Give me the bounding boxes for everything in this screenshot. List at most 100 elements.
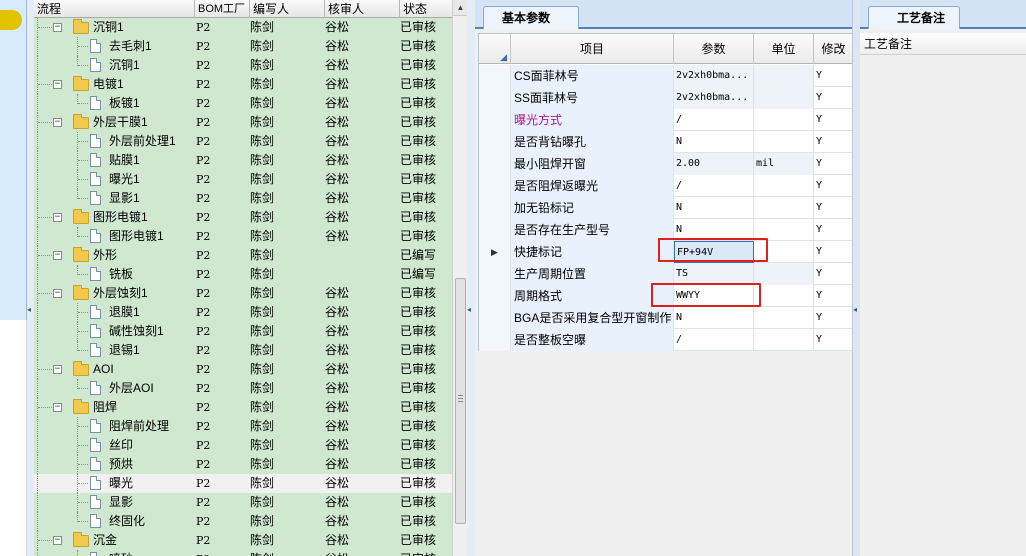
tree-group-row[interactable]: − 沉金 P2 陈剑 谷松 已审核 [34, 531, 452, 550]
param-value-cell[interactable]: / [674, 329, 754, 351]
tree-step-row[interactable]: 贴膜1 P2 陈剑 谷松 已审核 [34, 151, 452, 170]
row-indicator[interactable] [479, 307, 511, 329]
tree-node[interactable]: 铣板 [34, 265, 194, 284]
row-indicator[interactable] [479, 197, 511, 219]
tree-node[interactable]: − AOI [34, 360, 194, 379]
collapse-left-icon[interactable]: ◂ [27, 306, 31, 314]
tree-step-row[interactable]: 沉铜1 P2 陈剑 谷松 已审核 [34, 56, 452, 75]
tree-node[interactable]: 去毛刺1 [34, 37, 194, 56]
row-indicator[interactable] [479, 131, 511, 153]
collapse-node-icon[interactable]: − [53, 118, 62, 127]
tree-node[interactable]: 退膜1 [34, 303, 194, 322]
row-indicator[interactable] [479, 285, 511, 307]
param-value-cell[interactable]: 2v2xh0bma... [674, 65, 754, 87]
col-header-item[interactable]: 项目 [511, 34, 674, 64]
tree-group-row[interactable]: − 外层干膜1 P2 陈剑 谷松 已审核 [34, 113, 452, 132]
param-modify-cell[interactable]: Y [814, 285, 854, 307]
param-row[interactable]: 是否整板空曝 / Y [479, 329, 854, 351]
scroll-up-icon[interactable]: ▲ [453, 0, 468, 16]
param-modify-cell[interactable]: Y [814, 109, 854, 131]
tree-node[interactable]: − 阻焊 [34, 398, 194, 417]
tree-node[interactable]: 图形电镀1 [34, 227, 194, 246]
param-row[interactable]: BGA是否采用复合型开窗制作 N Y [479, 307, 854, 329]
tree-node[interactable]: 外层AOI [34, 379, 194, 398]
tree-node[interactable]: 显影 [34, 493, 194, 512]
tree-node[interactable]: 喷砂 [34, 550, 194, 556]
param-unit-cell[interactable] [754, 329, 814, 351]
param-unit-cell[interactable] [754, 197, 814, 219]
tab-basic-params[interactable]: 基本参数 [483, 6, 579, 29]
tree-step-row[interactable]: 外层前处理1 P2 陈剑 谷松 已审核 [34, 132, 452, 151]
tree-step-row[interactable]: 碱性蚀刻1 P2 陈剑 谷松 已审核 [34, 322, 452, 341]
tree-group-row[interactable]: − 外层蚀刻1 P2 陈剑 谷松 已审核 [34, 284, 452, 303]
tree-node[interactable]: 阻焊前处理 [34, 417, 194, 436]
param-unit-cell[interactable] [754, 307, 814, 329]
param-value-cell[interactable]: N [674, 131, 754, 153]
param-unit-cell[interactable] [754, 65, 814, 87]
param-row[interactable]: 曝光方式 / Y [479, 109, 854, 131]
param-modify-cell[interactable]: Y [814, 87, 854, 109]
tree-group-row[interactable]: − 图形电镀1 P2 陈剑 谷松 已审核 [34, 208, 452, 227]
param-row[interactable]: 是否阻焊返曝光 / Y [479, 175, 854, 197]
tree-step-row[interactable]: 阻焊前处理 P2 陈剑 谷松 已审核 [34, 417, 452, 436]
tab-process-notes[interactable]: 工艺备注 [868, 6, 960, 29]
row-indicator[interactable] [479, 219, 511, 241]
tree-node[interactable]: − 图形电镀1 [34, 208, 194, 227]
middle-splitter[interactable]: ◂ [467, 0, 475, 556]
tree-step-row[interactable]: 终固化 P2 陈剑 谷松 已审核 [34, 512, 452, 531]
tree-node[interactable]: 贴膜1 [34, 151, 194, 170]
col-header-modify[interactable]: 修改 [814, 34, 854, 64]
param-value-cell[interactable]: 2v2xh0bma... [674, 87, 754, 109]
tree-step-row[interactable]: 退锡1 P2 陈剑 谷松 已审核 [34, 341, 452, 360]
collapse-node-icon[interactable]: − [53, 365, 62, 374]
tree-step-row[interactable]: 显影 P2 陈剑 谷松 已审核 [34, 493, 452, 512]
row-indicator[interactable]: ▶ [479, 241, 511, 263]
tree-node[interactable]: 曝光1 [34, 170, 194, 189]
param-unit-cell[interactable] [754, 109, 814, 131]
param-unit-cell[interactable]: mil [754, 153, 814, 175]
param-row[interactable]: 是否背钻曝孔 N Y [479, 131, 854, 153]
tree-step-row[interactable]: 退膜1 P2 陈剑 谷松 已审核 [34, 303, 452, 322]
col-header-reviewer[interactable]: 核审人 [325, 0, 400, 18]
tree-step-row[interactable]: 去毛刺1 P2 陈剑 谷松 已审核 [34, 37, 452, 56]
col-header-process[interactable]: 流程 [34, 0, 195, 18]
col-header-bom-factory[interactable]: BOM工厂 [195, 0, 250, 18]
param-unit-cell[interactable] [754, 263, 814, 285]
tree-node[interactable]: − 沉金 [34, 531, 194, 550]
tree-node[interactable]: 外层前处理1 [34, 132, 194, 151]
tree-group-row[interactable]: − 外形 P2 陈剑 已编写 [34, 246, 452, 265]
tree-group-row[interactable]: − AOI P2 陈剑 谷松 已审核 [34, 360, 452, 379]
tree-node[interactable]: 沉铜1 [34, 56, 194, 75]
param-modify-cell[interactable]: Y [814, 153, 854, 175]
param-modify-cell[interactable]: Y [814, 329, 854, 351]
collapse-node-icon[interactable]: − [53, 403, 62, 412]
param-unit-cell[interactable] [754, 285, 814, 307]
param-value-cell[interactable]: / [674, 109, 754, 131]
param-modify-cell[interactable]: Y [814, 131, 854, 153]
tree-step-row[interactable]: 曝光 P2 陈剑 谷松 已审核 [34, 474, 452, 493]
tree-node[interactable]: 曝光 [34, 474, 194, 493]
param-value-cell[interactable]: 2.00 [674, 153, 754, 175]
param-row[interactable]: SS面菲林号 2v2xh0bma... Y [479, 87, 854, 109]
collapse-tree-icon[interactable]: ◂ [467, 306, 471, 314]
row-indicator[interactable] [479, 65, 511, 87]
col-header-writer[interactable]: 编写人 [250, 0, 325, 18]
param-modify-cell[interactable]: Y [814, 307, 854, 329]
tree-step-row[interactable]: 铣板 P2 陈剑 已编写 [34, 265, 452, 284]
col-header-status[interactable]: 状态 [400, 0, 452, 18]
tree-step-row[interactable]: 显影1 P2 陈剑 谷松 已审核 [34, 189, 452, 208]
param-modify-cell[interactable]: Y [814, 219, 854, 241]
param-value-cell[interactable]: TS [674, 263, 754, 285]
collapse-node-icon[interactable]: − [53, 536, 62, 545]
tree-node[interactable]: 碱性蚀刻1 [34, 322, 194, 341]
row-indicator[interactable] [479, 87, 511, 109]
row-indicator[interactable] [479, 175, 511, 197]
tree-step-row[interactable]: 预烘 P2 陈剑 谷松 已审核 [34, 455, 452, 474]
tree-step-row[interactable]: 曝光1 P2 陈剑 谷松 已审核 [34, 170, 452, 189]
right-splitter[interactable]: ◂ [852, 0, 860, 556]
tree-group-row[interactable]: − 电镀1 P2 陈剑 谷松 已审核 [34, 75, 452, 94]
tree-step-row[interactable]: 喷砂 P2陈剑谷松已审核 [34, 550, 452, 556]
tree-node[interactable]: − 电镀1 [34, 75, 194, 94]
left-splitter[interactable]: ◂ [27, 0, 34, 556]
tree-node[interactable]: 板镀1 [34, 94, 194, 113]
